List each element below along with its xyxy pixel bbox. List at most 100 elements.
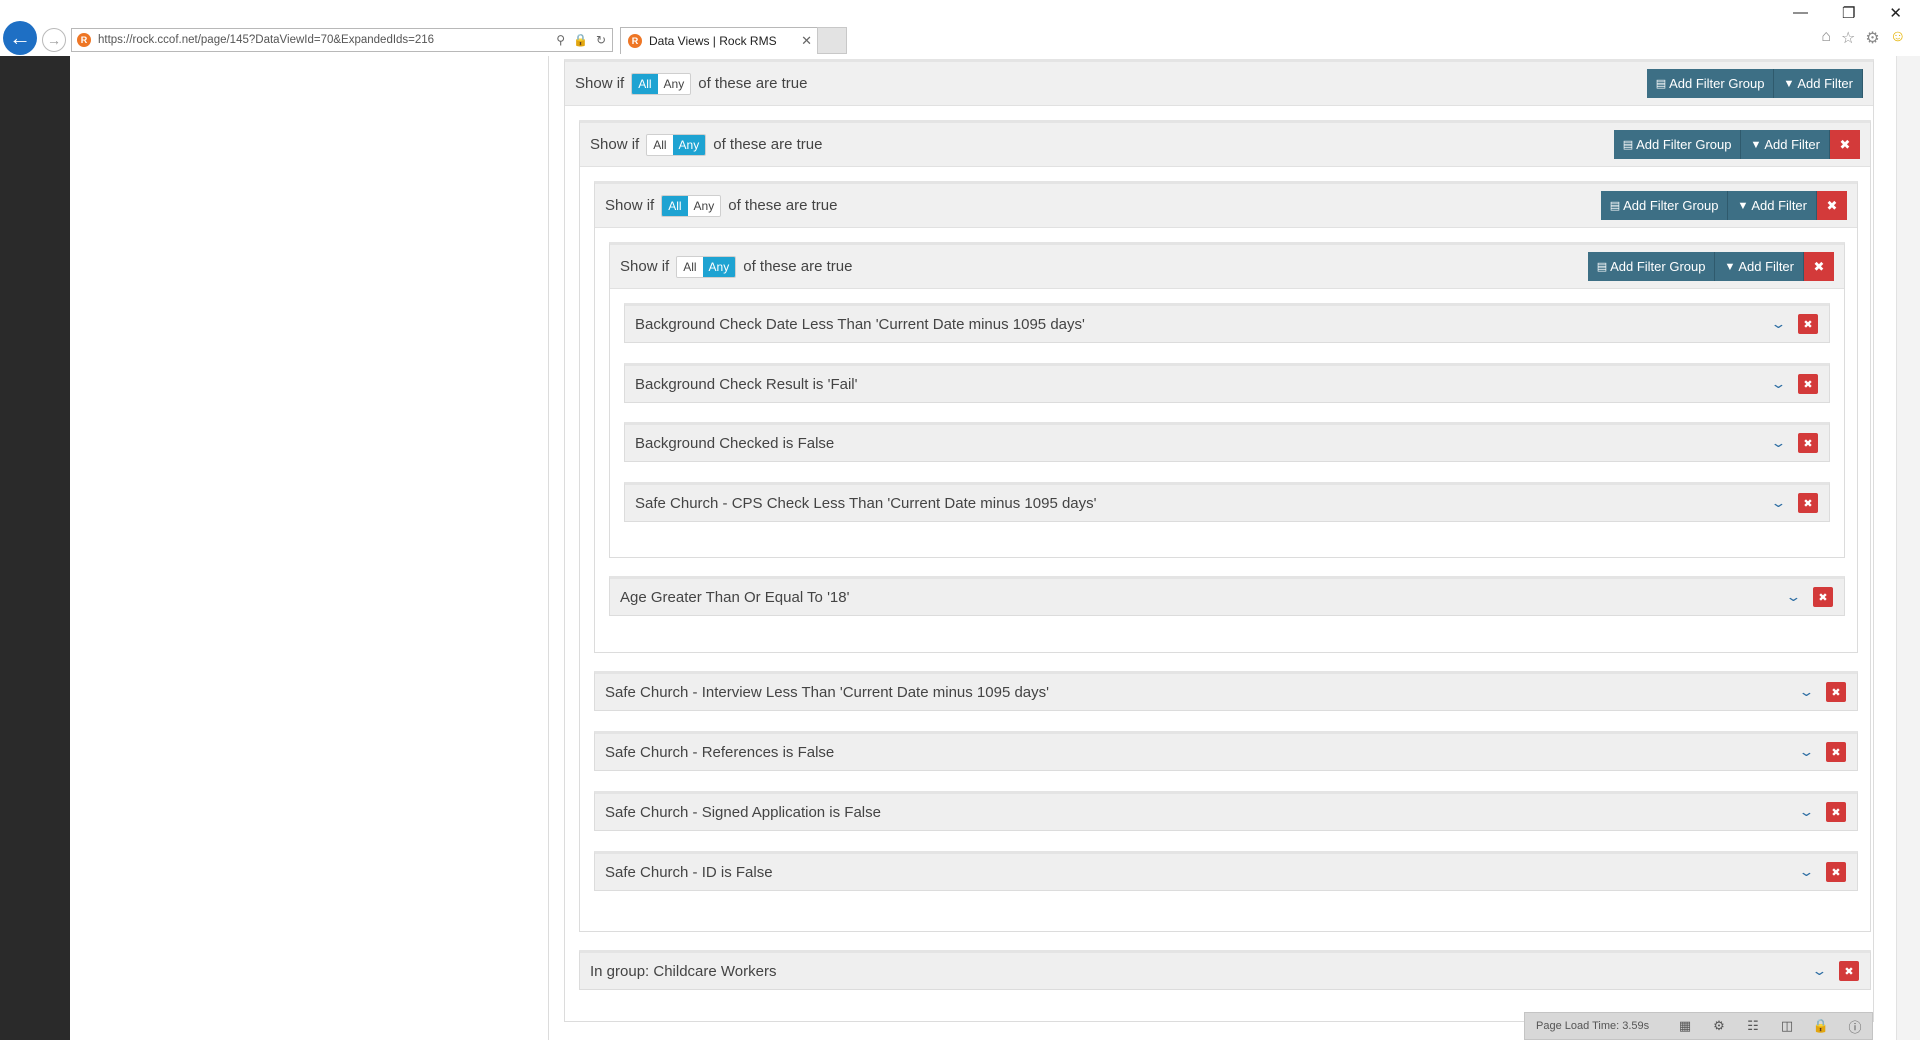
block-settings-gear-icon[interactable]: ⚙ [1702, 1018, 1736, 1034]
all-option[interactable]: All [677, 256, 703, 277]
remove-filter-button[interactable]: ✖ [1826, 802, 1846, 822]
favorites-star-icon[interactable]: ☆ [1841, 28, 1855, 48]
remove-filter-button[interactable]: ✖ [1798, 374, 1818, 394]
filter-summary[interactable]: In group: Childcare Workers [590, 963, 1814, 980]
add-filter-button[interactable]: ▼ Add Filter [1728, 191, 1817, 220]
chevron-down-icon[interactable]: ⌄ [1770, 376, 1786, 392]
page-layout-icon[interactable]: ◫ [1770, 1018, 1804, 1034]
remove-filter-button[interactable]: ✖ [1798, 493, 1818, 513]
all-any-toggle[interactable]: All Any [631, 72, 692, 95]
info-circle-icon[interactable]: ⓘ [1838, 1017, 1872, 1036]
filter-summary[interactable]: Background Check Result is 'Fail' [635, 376, 1773, 393]
filter-row[interactable]: Background Checked is False ⌄ ✖ [624, 422, 1830, 462]
filter-row[interactable]: Safe Church - Signed Application is Fals… [594, 791, 1858, 831]
filter-summary[interactable]: Safe Church - CPS Check Less Than 'Curre… [635, 495, 1773, 512]
any-option[interactable]: Any [657, 73, 691, 94]
zones-grid-icon[interactable]: ▦ [1668, 1018, 1702, 1034]
tab-favicon-icon: R [628, 34, 642, 48]
restore-icon[interactable]: ❐ [1842, 4, 1855, 22]
filter-summary[interactable]: Age Greater Than Or Equal To '18' [620, 589, 1788, 606]
home-icon[interactable]: ⌂ [1821, 28, 1831, 48]
page-load-time: Page Load Time: 3.59s [1536, 1020, 1650, 1032]
chevron-down-icon[interactable]: ⌄ [1770, 495, 1786, 511]
chevron-down-icon[interactable]: ⌄ [1798, 804, 1814, 820]
filter-group-icon: ▤ [1622, 139, 1634, 151]
chevron-down-icon[interactable]: ⌄ [1798, 744, 1814, 760]
filter-group-root: Show if All Any of these are true ▤ Add F… [564, 59, 1874, 1022]
new-tab-button[interactable] [817, 27, 847, 54]
lock-icon[interactable]: 🔒 [573, 33, 588, 47]
add-filter-group-button[interactable]: ▤ Add Filter Group [1646, 69, 1775, 98]
feedback-smiley-icon[interactable]: ☺ [1890, 28, 1906, 48]
filter-row[interactable]: Age Greater Than Or Equal To '18' ⌄ ✖ [609, 576, 1845, 616]
filter-row[interactable]: Safe Church - ID is False ⌄ ✖ [594, 851, 1858, 891]
page-scrollbar[interactable] [1896, 56, 1920, 1040]
any-option[interactable]: Any [672, 134, 706, 155]
chevron-down-icon[interactable]: ⌄ [1811, 963, 1827, 979]
filter-summary[interactable]: Safe Church - References is False [605, 744, 1801, 761]
remove-filter-button[interactable]: ✖ [1826, 862, 1846, 882]
filter-row[interactable]: Safe Church - CPS Check Less Than 'Curre… [624, 482, 1830, 522]
add-filter-group-button[interactable]: ▤ Add Filter Group [1587, 252, 1716, 281]
remove-group-button[interactable]: ✖ [1817, 191, 1847, 220]
forward-arrow-icon[interactable]: → [42, 28, 66, 52]
chevron-down-icon[interactable]: ⌄ [1770, 435, 1786, 451]
tab-close-icon[interactable]: ✕ [801, 33, 812, 49]
all-option[interactable]: All [632, 73, 658, 94]
close-window-icon[interactable]: ✕ [1889, 4, 1902, 22]
add-filter-group-button[interactable]: ▤ Add Filter Group [1600, 191, 1729, 220]
chevron-down-icon[interactable]: ⌄ [1798, 684, 1814, 700]
url-text[interactable]: https://rock.ccof.net/page/145?DataViewI… [98, 34, 556, 46]
filter-summary[interactable]: Background Check Date Less Than 'Current… [635, 316, 1773, 333]
all-any-toggle[interactable]: All Any [661, 194, 722, 217]
chevron-down-icon[interactable]: ⌄ [1785, 589, 1801, 605]
filter-row[interactable]: In group: Childcare Workers ⌄ ✖ [579, 950, 1871, 990]
minimize-icon[interactable]: — [1793, 4, 1808, 22]
funnel-icon: ▼ [1724, 260, 1736, 273]
chevron-down-icon[interactable]: ⌄ [1770, 316, 1786, 332]
any-option[interactable]: Any [687, 195, 721, 216]
settings-gear-icon[interactable]: ⚙ [1865, 28, 1879, 48]
filter-row[interactable]: Background Check Result is 'Fail' ⌄ ✖ [624, 363, 1830, 403]
back-arrow-icon[interactable]: ← [3, 21, 37, 55]
remove-filter-button[interactable]: ✖ [1839, 961, 1859, 981]
add-filter-button[interactable]: ▼ Add Filter [1715, 252, 1804, 281]
of-these-label: of these are true [698, 75, 808, 92]
remove-filter-button[interactable]: ✖ [1826, 682, 1846, 702]
all-any-toggle[interactable]: All Any [676, 255, 737, 278]
filter-summary[interactable]: Background Checked is False [635, 435, 1773, 452]
filter-row[interactable]: Safe Church - References is False ⌄ ✖ [594, 731, 1858, 771]
child-pages-sitemap-icon[interactable]: ☷ [1736, 1018, 1770, 1034]
filter-group-icon: ▤ [1596, 261, 1608, 273]
remove-group-button[interactable]: ✖ [1804, 252, 1834, 281]
add-filter-button[interactable]: ▼ Add Filter [1774, 69, 1863, 98]
filter-group-icon: ▤ [1655, 78, 1667, 90]
search-icon[interactable]: ⚲ [556, 33, 565, 47]
remove-filter-button[interactable]: ✖ [1798, 314, 1818, 334]
any-option[interactable]: Any [702, 256, 736, 277]
browser-tab[interactable]: R Data Views | Rock RMS ✕ [620, 27, 820, 54]
app-sidebar [0, 56, 70, 1040]
add-filter-button[interactable]: ▼ Add Filter [1741, 130, 1830, 159]
all-any-toggle[interactable]: All Any [646, 133, 707, 156]
all-option[interactable]: All [662, 195, 688, 216]
tab-title: Data Views | Rock RMS [649, 34, 777, 48]
filter-summary[interactable]: Safe Church - Interview Less Than 'Curre… [605, 684, 1801, 701]
filter-summary[interactable]: Safe Church - Signed Application is Fals… [605, 804, 1801, 821]
remove-filter-button[interactable]: ✖ [1813, 587, 1833, 607]
security-lock-icon[interactable]: 🔒 [1804, 1018, 1838, 1034]
filter-row[interactable]: Safe Church - Interview Less Than 'Curre… [594, 671, 1858, 711]
filter-group-icon: ▤ [1609, 200, 1621, 212]
address-bar[interactable]: R https://rock.ccof.net/page/145?DataVie… [71, 28, 613, 52]
add-filter-group-button[interactable]: ▤ Add Filter Group [1613, 130, 1742, 159]
of-these-label: of these are true [713, 136, 823, 153]
funnel-icon: ▼ [1737, 199, 1749, 212]
remove-filter-button[interactable]: ✖ [1798, 433, 1818, 453]
all-option[interactable]: All [647, 134, 673, 155]
chevron-down-icon[interactable]: ⌄ [1798, 864, 1814, 880]
filter-summary[interactable]: Safe Church - ID is False [605, 864, 1801, 881]
remove-filter-button[interactable]: ✖ [1826, 742, 1846, 762]
refresh-icon[interactable]: ↻ [596, 33, 606, 47]
filter-row[interactable]: Background Check Date Less Than 'Current… [624, 303, 1830, 343]
remove-group-button[interactable]: ✖ [1830, 130, 1860, 159]
